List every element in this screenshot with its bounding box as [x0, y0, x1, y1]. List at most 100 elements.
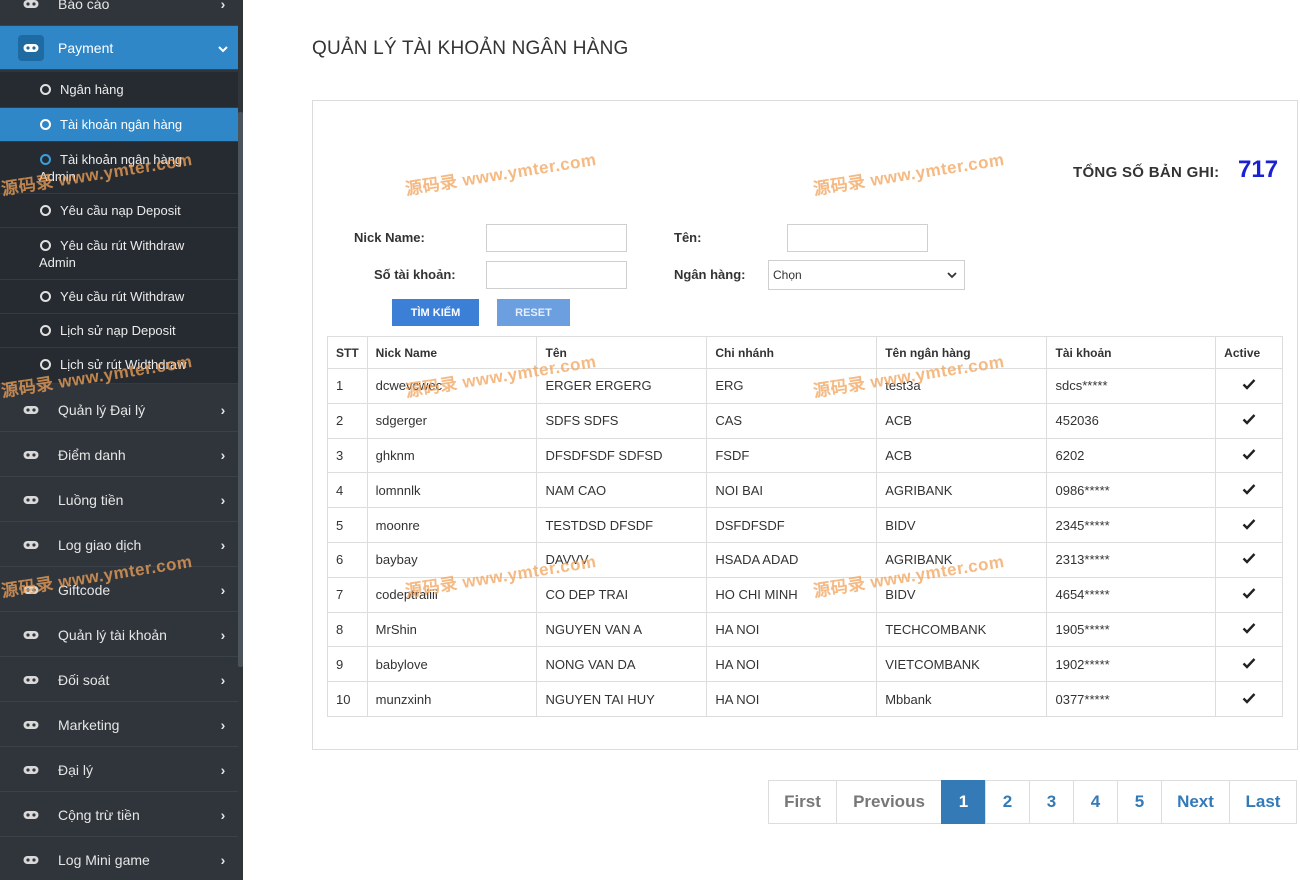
check-icon [1242, 449, 1256, 460]
sidebar-item-bao-cao[interactable]: Báo cáo › [0, 0, 238, 26]
table-cell: BIDV [876, 507, 1048, 543]
active-cell [1215, 437, 1283, 474]
sidebar-item[interactable]: Marketing › [0, 703, 238, 747]
table-cell: 2345***** [1046, 507, 1217, 543]
table-cell: NAM CAO [536, 472, 708, 509]
check-icon [1242, 553, 1256, 565]
gamepad-icon [18, 712, 44, 738]
table-cell: DFSDFSDF SDFSD [536, 437, 708, 474]
submenu-label: Ngân hàng [60, 82, 124, 97]
sidebar-item[interactable]: Log Mini game › [0, 838, 238, 880]
search-button[interactable]: TÌM KIẾM [392, 299, 479, 326]
submenu-ngan-hang[interactable]: Ngân hàng [0, 72, 238, 108]
circle-icon [40, 205, 51, 216]
table-row[interactable]: 10 munzxinh NGUYEN TAI HUY HA NOI Mbbank 0377… [327, 681, 1283, 717]
table-row[interactable]: 2 sdgerger SDFS SDFS CAS ACB 452036 [327, 402, 1283, 439]
table-row[interactable]: 8 MrShin NGUYEN VAN A HA NOI TECHCOMBANK 1905… [327, 611, 1283, 648]
table-cell: HA NOI [706, 611, 878, 648]
name-input[interactable] [787, 224, 928, 252]
table-cell: 0986***** [1046, 472, 1217, 509]
active-cell [1215, 646, 1283, 683]
pagination-page-1[interactable]: 1 [941, 780, 986, 824]
circle-icon [40, 240, 51, 251]
check-icon [1242, 623, 1256, 634]
pagination: First Previous 12345 Next Last [768, 780, 1297, 824]
submenu-tai-khoan-ngan-hang[interactable]: Tài khoản ngân hàng [0, 108, 238, 142]
nick-name-input[interactable] [486, 224, 627, 252]
chevron-right-icon: › [220, 401, 226, 418]
table-header-cell: Chi nhánh [706, 336, 878, 369]
check-icon [1242, 657, 1256, 669]
table-row[interactable]: 4 lomnnlk NAM CAO NOI BAI AGRIBANK 0986***** [327, 472, 1283, 509]
circle-icon [40, 291, 51, 302]
table-cell: Mbbank [876, 681, 1048, 717]
bank-label: Ngân hàng: [674, 267, 746, 282]
pagination-next[interactable]: Next [1161, 780, 1230, 824]
bank-select[interactable]: Chọn [768, 260, 965, 290]
table-row[interactable]: 5 moonre TESTDSD DFSDF DSFDFSDF BIDV 2345****… [327, 507, 1283, 543]
check-icon [1242, 414, 1256, 425]
sidebar-item-payment[interactable]: Payment [0, 26, 238, 70]
table-cell: 9 [327, 646, 368, 683]
check-icon [1242, 379, 1256, 391]
table-header-cell: STT [327, 336, 368, 369]
sidebar-item-label: Quản lý Đại lý [58, 401, 146, 418]
sidebar-item-label: Log Mini game [58, 851, 150, 868]
table-cell: HA NOI [706, 681, 878, 717]
chevron-down-icon [946, 269, 958, 281]
submenu-yeu-cau-rut-withdraw[interactable]: Yêu cầu rút Withdraw [0, 280, 238, 314]
scrollbar-thumb[interactable] [238, 112, 243, 667]
sidebar-item[interactable]: Luồng tiền › [0, 478, 238, 522]
pagination-page-3[interactable]: 3 [1029, 780, 1074, 824]
pagination-page-4[interactable]: 4 [1073, 780, 1118, 824]
gamepad-icon [18, 34, 44, 61]
submenu-label: Lịch sử nạp Deposit [60, 323, 176, 338]
reset-button[interactable]: RESET [497, 299, 570, 326]
sidebar-scrollbar[interactable] [238, 0, 243, 880]
chevron-right-icon: › [220, 761, 226, 778]
sidebar-item[interactable]: Đại lý › [0, 748, 238, 792]
gamepad-icon [18, 667, 44, 693]
table-row[interactable]: 3 ghknm DFSDFSDF SDFSD FSDF ACB 6202 [327, 437, 1283, 474]
table-cell: 0377***** [1046, 681, 1217, 717]
table-row[interactable]: 9 babylove NONG VAN DA HA NOI VIETCOMBANK 190… [327, 646, 1283, 683]
submenu-label: Yêu cầu rút Withdraw [60, 238, 185, 253]
chevron-down-icon [208, 40, 238, 56]
submenu-lich-su-nap-deposit[interactable]: Lịch sử nạp Deposit [0, 314, 238, 348]
sidebar: Báo cáo › Payment Ngân hàng Tài khoản ng… [0, 0, 243, 880]
sidebar-item[interactable]: Quản lý tài khoản › [0, 613, 238, 657]
gamepad-icon [18, 487, 44, 513]
table-cell: 2 [327, 402, 368, 439]
pagination-first[interactable]: First [768, 780, 837, 824]
submenu-yeu-cau-nap-deposit[interactable]: Yêu cầu nạp Deposit [0, 194, 238, 228]
table-cell: 6202 [1046, 437, 1217, 474]
pagination-page-2[interactable]: 2 [985, 780, 1030, 824]
table-cell: FSDF [706, 437, 878, 474]
table-cell: NONG VAN DA [536, 646, 708, 683]
account-number-input[interactable] [486, 261, 627, 289]
active-cell [1215, 402, 1283, 439]
table-cell: 3 [327, 437, 368, 474]
pagination-page-5[interactable]: 5 [1117, 780, 1162, 824]
page-title: QUẢN LÝ TÀI KHOẢN NGÂN HÀNG [312, 38, 629, 59]
sidebar-item-label: Luồng tiền [58, 491, 124, 508]
table-cell: 452036 [1046, 402, 1217, 439]
table-cell: 1 [327, 368, 368, 404]
sidebar-item[interactable]: Đối soát › [0, 658, 238, 702]
table-cell: 4654***** [1046, 576, 1217, 613]
submenu-label: Yêu cầu nạp Deposit [60, 203, 181, 218]
submenu-yeu-cau-rut-withdraw-admin[interactable]: Yêu cầu rút Withdraw Admin [0, 228, 238, 280]
table-cell: NGUYEN VAN A [536, 611, 708, 648]
nick-name-label: Nick Name: [354, 230, 425, 245]
sidebar-item[interactable]: Cộng trừ tiền › [0, 793, 238, 837]
sidebar-item[interactable]: Điểm danh › [0, 433, 238, 477]
table-cell: HA NOI [706, 646, 878, 683]
pagination-previous[interactable]: Previous [836, 780, 942, 824]
chevron-right-icon: › [220, 536, 226, 553]
table-cell: DSFDFSDF [706, 507, 878, 543]
table-cell: sdgerger [366, 402, 538, 439]
table-cell: ACB [876, 437, 1048, 474]
pagination-last[interactable]: Last [1229, 780, 1297, 824]
chevron-right-icon: › [220, 626, 226, 643]
table-cell: lomnnlk [366, 472, 538, 509]
